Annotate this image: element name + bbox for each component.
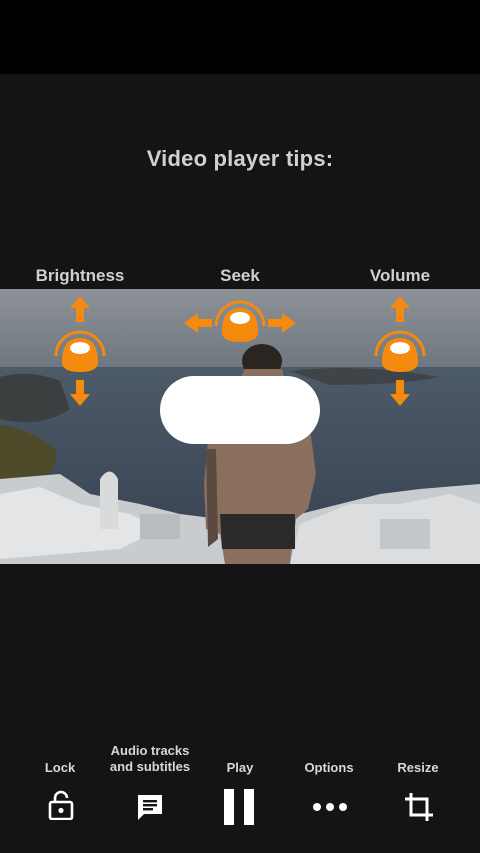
more-dots-icon bbox=[313, 803, 347, 811]
audio-label-line1: Audio tracks bbox=[110, 743, 190, 758]
resize-button[interactable] bbox=[402, 790, 436, 824]
pause-icon bbox=[224, 789, 254, 825]
subtitles-icon bbox=[138, 795, 162, 820]
seek-label: Seek bbox=[220, 266, 260, 285]
player-controls: Lock Audio tracks and subtitles Play Opt… bbox=[0, 738, 480, 853]
brightness-label: Brightness bbox=[35, 266, 125, 285]
lock-button[interactable] bbox=[44, 788, 78, 822]
video-player-tips-screen: Video player tips: Brightness Seek Volum… bbox=[0, 0, 480, 853]
volume-label: Volume bbox=[369, 266, 431, 285]
play-label: Play bbox=[226, 760, 254, 775]
crop-icon bbox=[405, 793, 433, 821]
status-bar-area bbox=[0, 0, 480, 74]
audio-subtitles-button[interactable] bbox=[133, 790, 167, 824]
options-button[interactable] bbox=[310, 790, 350, 824]
play-pause-button[interactable] bbox=[218, 786, 260, 828]
seek-gesture-icon bbox=[184, 296, 296, 357]
redacted-overlay bbox=[160, 376, 320, 444]
brightness-gesture-icon bbox=[52, 296, 108, 413]
lock-label: Lock bbox=[44, 760, 76, 775]
audio-subtitles-label: Audio tracks and subtitles bbox=[100, 743, 200, 775]
volume-gesture-icon bbox=[372, 296, 428, 413]
options-label: Options bbox=[304, 760, 354, 775]
audio-label-line2: and subtitles bbox=[109, 759, 191, 774]
tips-title: Video player tips: bbox=[146, 146, 334, 171]
resize-label: Resize bbox=[397, 760, 439, 775]
lock-icon bbox=[48, 790, 74, 820]
